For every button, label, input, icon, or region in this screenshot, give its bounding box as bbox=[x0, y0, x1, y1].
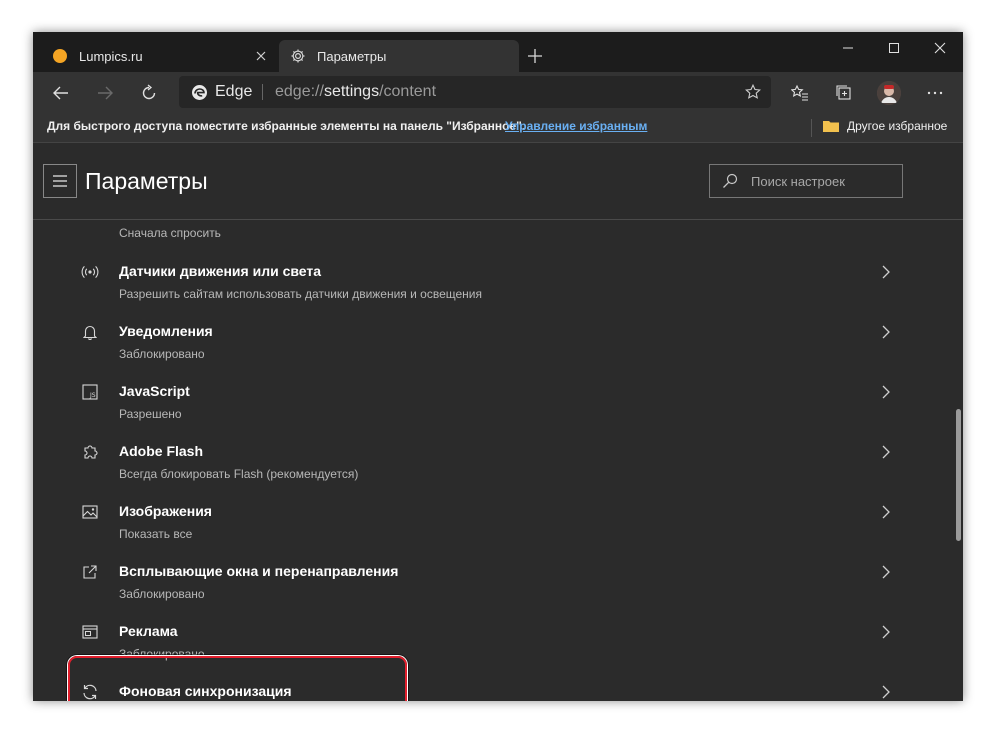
new-tab-button[interactable] bbox=[523, 44, 547, 68]
url-text[interactable]: edge://settings/content bbox=[275, 83, 436, 101]
tab-strip: Lumpics.ru Параметры bbox=[33, 32, 963, 72]
search-placeholder: Поиск настроек bbox=[751, 174, 845, 189]
image-icon bbox=[80, 502, 100, 522]
javascript-icon: JS bbox=[80, 382, 100, 402]
address-separator bbox=[262, 84, 263, 100]
other-favorites-button[interactable]: Другое избранное bbox=[823, 119, 947, 133]
address-bar[interactable]: Edge edge://settings/content bbox=[179, 76, 771, 108]
manage-favorites-link[interactable]: Управление избранным bbox=[505, 119, 647, 133]
setting-subtitle: Всегда блокировать Flash (рекомендуется) bbox=[119, 467, 359, 481]
collections-icon[interactable] bbox=[828, 77, 860, 109]
setting-subtitle: Разрешено bbox=[119, 407, 182, 421]
setting-row-images[interactable]: Изображения Показать все bbox=[33, 502, 953, 562]
setting-title: Датчики движения или света bbox=[119, 263, 322, 279]
settings-search-input[interactable]: Поиск настроек bbox=[709, 164, 903, 198]
chevron-right-icon bbox=[876, 322, 896, 342]
setting-row-javascript[interactable]: JS JavaScript Разрешено bbox=[33, 382, 953, 442]
sensor-icon bbox=[80, 262, 100, 282]
folder-icon bbox=[823, 120, 839, 132]
settings-page: Параметры Поиск настроек Сначала спросит… bbox=[33, 143, 963, 701]
tab-title: Параметры bbox=[317, 48, 387, 64]
tab-close-icon[interactable] bbox=[249, 44, 273, 68]
chevron-right-icon bbox=[876, 382, 896, 402]
maximize-button[interactable] bbox=[871, 32, 917, 64]
setting-title: Adobe Flash bbox=[119, 443, 204, 459]
page-title: Параметры bbox=[85, 168, 208, 194]
header-divider bbox=[33, 219, 963, 220]
setting-subtitle: Показать все bbox=[119, 527, 193, 541]
edge-logo-icon bbox=[191, 84, 208, 106]
gear-icon bbox=[290, 48, 306, 64]
favorites-divider bbox=[811, 119, 812, 137]
setting-title: Всплывающие окна и перенаправления bbox=[119, 563, 399, 579]
other-favorites-label: Другое избранное bbox=[847, 119, 948, 133]
puzzle-icon bbox=[80, 442, 100, 462]
favorites-bar-message: Для быстрого доступа поместите избранные… bbox=[47, 119, 526, 133]
edge-label: Edge bbox=[215, 83, 253, 100]
setting-subtitle: Разрешить сайтам использовать датчики дв… bbox=[119, 287, 482, 301]
search-icon bbox=[722, 173, 738, 194]
chevron-right-icon bbox=[876, 682, 896, 701]
tab-lumpics[interactable]: Lumpics.ru bbox=[41, 40, 279, 72]
browser-window: Lumpics.ru Параметры Edge edge://setting… bbox=[33, 32, 963, 701]
chevron-right-icon bbox=[876, 562, 896, 582]
chevron-right-icon bbox=[876, 622, 896, 642]
setting-row-adobe-flash[interactable]: Adobe Flash Всегда блокировать Flash (ре… bbox=[33, 442, 953, 502]
setting-subtitle: Заблокировано bbox=[119, 587, 205, 601]
setting-title: JavaScript bbox=[119, 383, 190, 399]
partial-row-subtitle: Сначала спросить bbox=[119, 226, 221, 240]
setting-row-popups[interactable]: Всплывающие окна и перенаправления Забло… bbox=[33, 562, 953, 622]
close-window-button[interactable] bbox=[917, 32, 963, 64]
svg-text:JS: JS bbox=[89, 392, 96, 399]
chevron-right-icon bbox=[876, 502, 896, 522]
setting-row-sensors[interactable]: Датчики движения или света Разрешить сай… bbox=[33, 262, 953, 322]
setting-row-notifications[interactable]: Уведомления Заблокировано bbox=[33, 322, 953, 382]
favorites-bar: Для быстрого доступа поместите избранные… bbox=[33, 113, 963, 143]
hamburger-menu-button[interactable] bbox=[43, 164, 77, 198]
ads-icon bbox=[80, 622, 100, 642]
chevron-right-icon bbox=[876, 262, 896, 282]
highlight-annotation bbox=[68, 656, 407, 701]
scrollbar-thumb[interactable] bbox=[956, 409, 961, 541]
forward-button[interactable] bbox=[89, 77, 121, 109]
tab-title: Lumpics.ru bbox=[79, 48, 143, 64]
profile-avatar[interactable] bbox=[877, 81, 901, 105]
navigation-bar: Edge edge://settings/content bbox=[33, 72, 963, 113]
setting-subtitle: Заблокировано bbox=[119, 347, 205, 361]
back-button[interactable] bbox=[45, 77, 77, 109]
refresh-button[interactable] bbox=[133, 77, 165, 109]
setting-title: Уведомления bbox=[119, 323, 213, 339]
popup-icon bbox=[80, 562, 100, 582]
tab-settings[interactable]: Параметры bbox=[279, 40, 519, 72]
setting-title: Изображения bbox=[119, 503, 212, 519]
add-favorite-star-icon[interactable] bbox=[741, 80, 765, 104]
site-favicon-icon bbox=[52, 48, 68, 64]
more-menu-icon[interactable] bbox=[919, 77, 951, 109]
minimize-button[interactable] bbox=[825, 32, 871, 64]
favorites-icon[interactable] bbox=[784, 77, 816, 109]
chevron-right-icon bbox=[876, 442, 896, 462]
setting-title: Реклама bbox=[119, 623, 178, 639]
bell-icon bbox=[80, 322, 100, 342]
